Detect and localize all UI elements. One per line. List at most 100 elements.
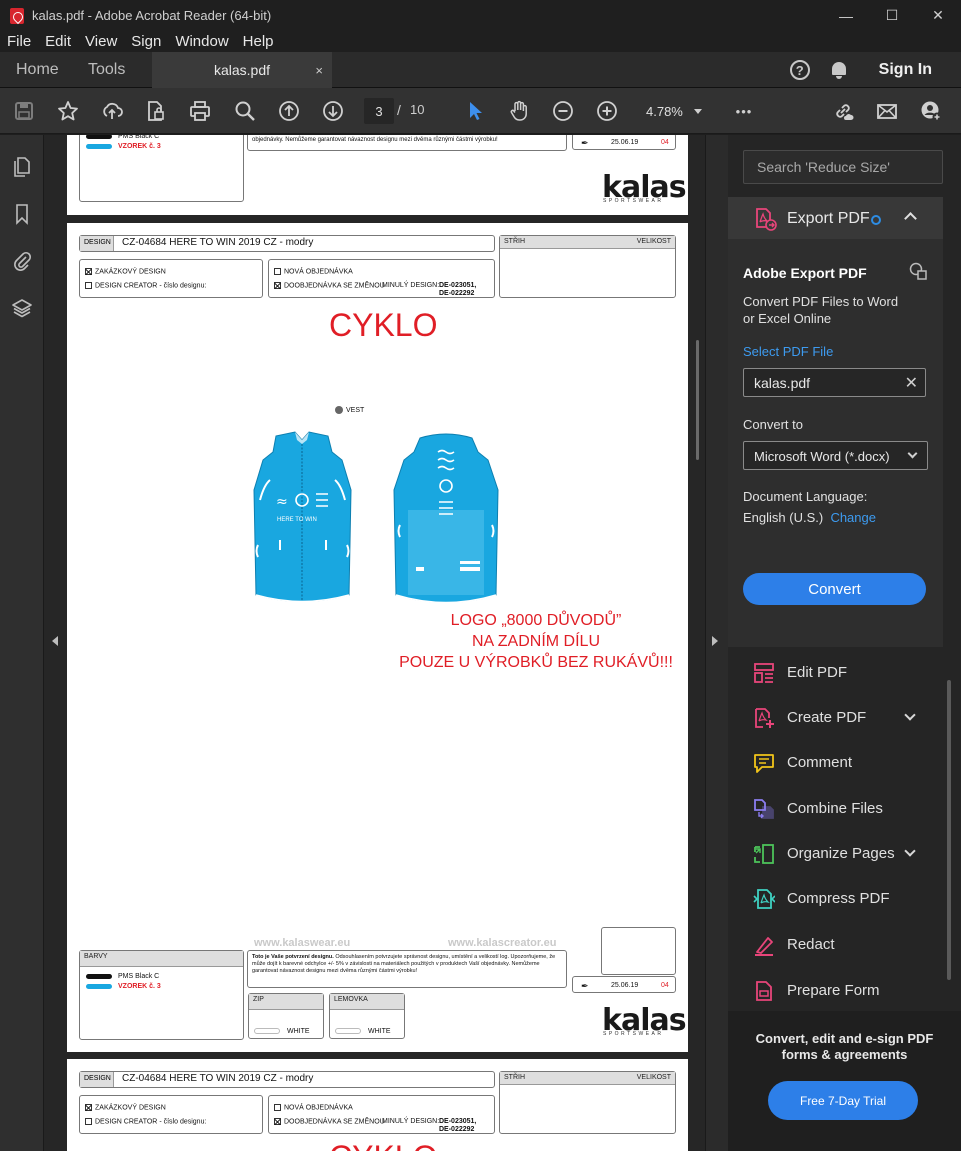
redact-icon xyxy=(755,937,773,956)
help-icon[interactable]: ? xyxy=(789,60,810,80)
vest-front-image: ≈ HERE TO WIN xyxy=(253,431,352,603)
zoom-level-dropdown[interactable]: 4.78% xyxy=(638,98,710,124)
notifications-bell-icon[interactable] xyxy=(831,61,847,79)
velikost-label: VELIKOST xyxy=(636,238,671,245)
tab-bar: Home Tools kalas.pdf × ? Sign In xyxy=(0,52,961,88)
bookmark-star-icon[interactable] xyxy=(56,100,80,122)
bookmarks-icon[interactable] xyxy=(12,203,32,225)
zakaznicky-label: ZAKÁZKOVÝ DESIGN xyxy=(95,268,166,276)
document-viewport[interactable]: PMS Black C VZOREK č. 3 objednávky. Nemů… xyxy=(44,135,705,1151)
collapse-left-panel-icon[interactable] xyxy=(52,636,58,646)
attachments-icon[interactable] xyxy=(12,249,32,271)
menu-edit[interactable]: Edit xyxy=(38,33,78,50)
nova-option: NOVÁ OBJEDNÁVKA xyxy=(274,268,353,275)
cislo-label: - číslo designu: xyxy=(159,282,207,290)
chevron-up-icon[interactable] xyxy=(904,212,917,225)
maximize-button[interactable]: ☐ xyxy=(869,0,915,31)
export-pdf-panel: Adobe Export PDF Convert PDF Files to Wo… xyxy=(728,239,943,647)
print-icon[interactable] xyxy=(188,100,212,122)
minimize-button[interactable]: — xyxy=(823,0,869,31)
close-window-button[interactable]: ✕ xyxy=(915,0,961,31)
checkbox-empty-icon xyxy=(274,268,281,275)
lemovka-box: LEMOVKA WHITE xyxy=(329,993,405,1039)
comment-icon xyxy=(754,754,774,773)
convert-format-select[interactable]: Microsoft Word (*.docx) xyxy=(743,441,928,470)
document-scrollbar[interactable] xyxy=(696,340,699,460)
left-navigation-rail xyxy=(0,135,44,1151)
tool-prepare-form[interactable]: Prepare Form xyxy=(728,968,943,1013)
sign-in-button[interactable]: Sign In xyxy=(879,61,932,79)
more-tools-icon[interactable]: ••• xyxy=(732,100,756,122)
protect-file-icon[interactable] xyxy=(143,100,167,122)
email-icon[interactable] xyxy=(875,100,899,122)
menu-window[interactable]: Window xyxy=(168,33,235,50)
tools-search-input[interactable]: Search 'Reduce Size' xyxy=(743,150,943,184)
tools-pane-scrollbar[interactable] xyxy=(947,680,951,980)
pms-black-label: PMS Black C xyxy=(118,973,160,980)
tab-document[interactable]: kalas.pdf × xyxy=(152,52,332,88)
tool-combine-files[interactable]: Combine Files xyxy=(728,786,943,831)
status-dot-icon xyxy=(871,215,881,225)
convert-button[interactable]: Convert xyxy=(743,573,926,605)
zoom-in-icon[interactable] xyxy=(595,100,619,122)
document-language-label: Document Language: xyxy=(743,489,868,504)
tab-tools[interactable]: Tools xyxy=(88,52,125,88)
document-language-value: English (U.S.) xyxy=(743,510,824,525)
zoom-out-icon[interactable] xyxy=(551,100,575,122)
export-pdf-header[interactable]: Export PDF xyxy=(728,197,943,239)
layers-icon[interactable] xyxy=(12,297,32,319)
checkbox-checked-icon xyxy=(85,268,92,275)
select-cursor-icon[interactable] xyxy=(463,100,487,122)
tool-redact[interactable]: Redact xyxy=(728,922,943,967)
tool-comment[interactable]: Comment xyxy=(728,740,943,785)
clear-file-icon[interactable]: ✕ xyxy=(905,373,918,393)
strih-velikost-box: STŘIH VELIKOST xyxy=(499,235,676,298)
checkbox-checked-icon xyxy=(274,282,281,289)
tool-combine-files-label: Combine Files xyxy=(787,800,883,817)
tool-create-pdf[interactable]: Create PDF xyxy=(728,695,943,740)
chevron-down-icon xyxy=(694,109,702,114)
tool-edit-pdf[interactable]: Edit PDF xyxy=(728,650,943,695)
page-number-input[interactable]: 3 xyxy=(364,98,394,124)
chevron-down-icon xyxy=(907,448,918,459)
menu-bar: File Edit View Sign Window Help xyxy=(0,31,961,52)
date-label: 25.06.19 xyxy=(611,982,639,989)
zoom-search-icon[interactable] xyxy=(233,100,257,122)
menu-help[interactable]: Help xyxy=(236,33,281,50)
close-tab-icon[interactable]: × xyxy=(315,63,323,78)
notice-bold: Toto je Vaše potvrzení designu. xyxy=(252,954,334,960)
cyklo-heading: CYKLO xyxy=(329,1139,437,1151)
organize-pages-icon xyxy=(754,844,774,864)
chevron-down-icon[interactable] xyxy=(904,709,916,721)
select-pdf-file-link[interactable]: Select PDF File xyxy=(743,344,833,359)
export-pdf-label: Export PDF xyxy=(787,210,870,227)
share-upload-icon[interactable] xyxy=(100,100,124,122)
menu-file[interactable]: File xyxy=(0,33,38,50)
account-add-icon[interactable] xyxy=(919,100,943,122)
design-type-box: ZAKÁZKOVÝ DESIGN DESIGN CREATOR - číslo … xyxy=(79,1095,263,1134)
menu-view[interactable]: View xyxy=(78,33,124,50)
save-icon[interactable] xyxy=(12,100,36,122)
page-thumbnails-icon[interactable] xyxy=(12,156,32,178)
tool-organize-pages[interactable]: Organize Pages xyxy=(728,831,943,876)
change-language-link[interactable]: Change xyxy=(830,510,876,525)
tab-home[interactable]: Home xyxy=(16,52,59,88)
prepare-form-icon xyxy=(756,981,772,1001)
selected-file-field[interactable]: kalas.pdf ✕ xyxy=(743,368,926,397)
link-cloud-icon[interactable] xyxy=(831,100,855,122)
creator-option: DESIGN CREATOR - číslo designu: xyxy=(85,1118,206,1125)
vest-label: VEST xyxy=(335,406,364,414)
tool-compress-pdf[interactable]: Compress PDF xyxy=(728,876,943,921)
next-page-icon[interactable] xyxy=(321,100,345,122)
free-trial-button[interactable]: Free 7-Day Trial xyxy=(768,1081,918,1120)
menu-sign[interactable]: Sign xyxy=(124,33,168,50)
tool-redact-label: Redact xyxy=(787,936,835,953)
cloud-documents-icon[interactable] xyxy=(909,262,927,280)
chevron-down-icon[interactable] xyxy=(904,845,916,857)
hand-tool-icon[interactable] xyxy=(507,100,531,122)
white-swatch xyxy=(335,1028,361,1034)
previous-page-icon[interactable] xyxy=(277,100,301,122)
collapse-right-pane-icon[interactable] xyxy=(712,636,718,646)
cyan-swatch xyxy=(86,144,112,149)
create-pdf-icon xyxy=(755,708,774,728)
